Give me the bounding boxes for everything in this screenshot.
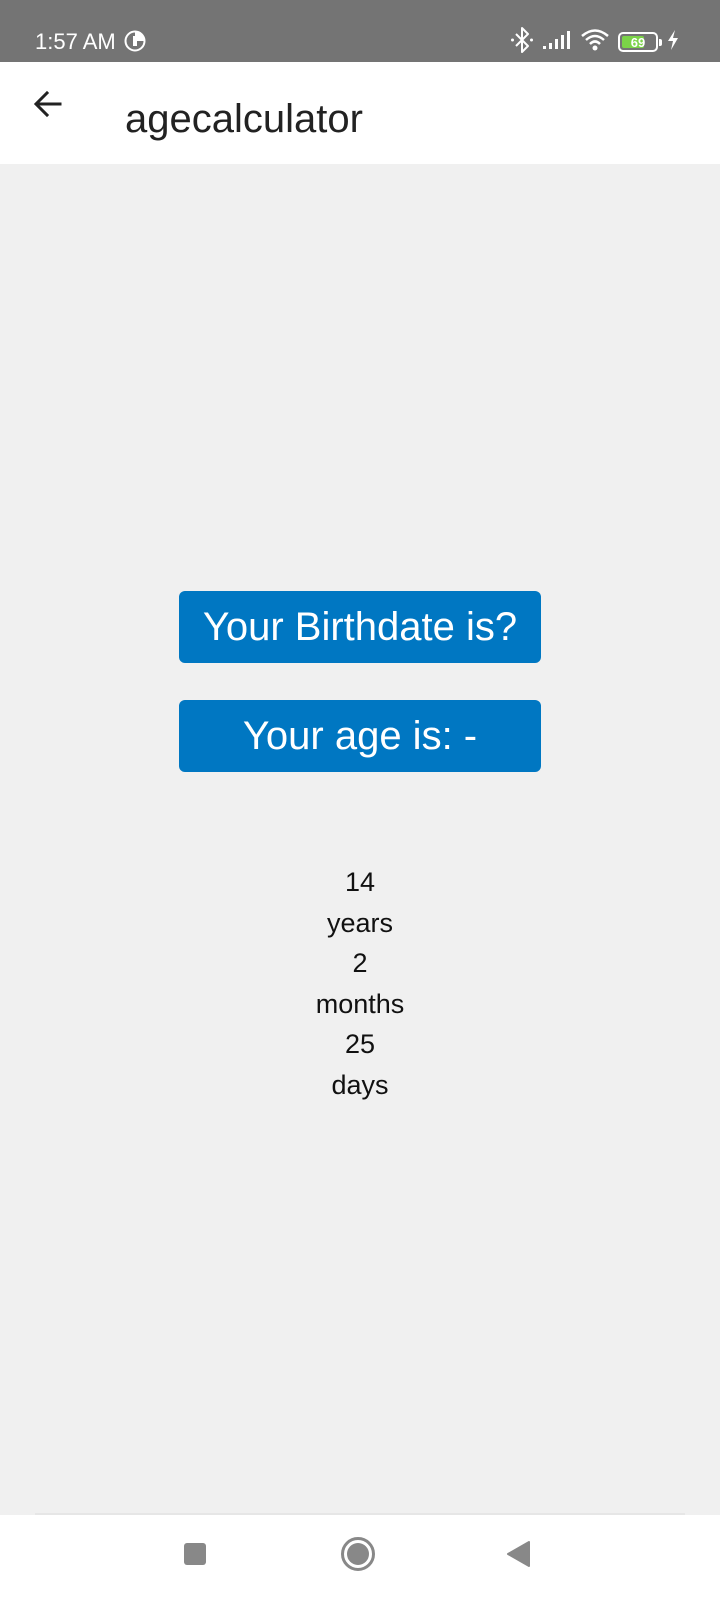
years-value: 14 [344,867,376,897]
charging-bolt-icon [666,29,680,56]
home-icon [340,1536,376,1577]
days-label: days [331,1069,389,1100]
nav-back-button[interactable] [493,1531,543,1581]
days-value: 25 [344,1029,376,1059]
birthdate-button[interactable]: Your Birthdate is? [179,591,541,663]
arrow-left-icon [32,88,64,125]
wifi-icon [580,28,610,57]
battery-icon: 69 [618,32,662,52]
age-button[interactable]: Your age is: - [179,700,541,772]
months-value: 2 [352,948,368,978]
battery-level: 69 [630,34,646,50]
navigation-bar [0,1515,720,1600]
status-icons: 69 [510,26,680,59]
recent-apps-icon [183,1542,207,1571]
sync-icon [124,30,146,52]
back-button[interactable] [20,78,76,134]
years-label: years [326,907,394,938]
status-time: 1:57 AM [35,29,116,54]
app-bar: agecalculator [0,62,720,164]
bluetooth-icon [510,26,534,59]
recent-apps-button[interactable] [170,1531,220,1581]
back-icon [505,1540,531,1573]
status-bar: 1:57 AM 69 [0,0,720,62]
months-label: months [315,988,405,1019]
page-title: agecalculator [125,97,363,141]
age-result: 14 years 2 months 25 days [260,862,460,1105]
home-button[interactable] [333,1531,383,1581]
signal-icon [542,29,572,56]
